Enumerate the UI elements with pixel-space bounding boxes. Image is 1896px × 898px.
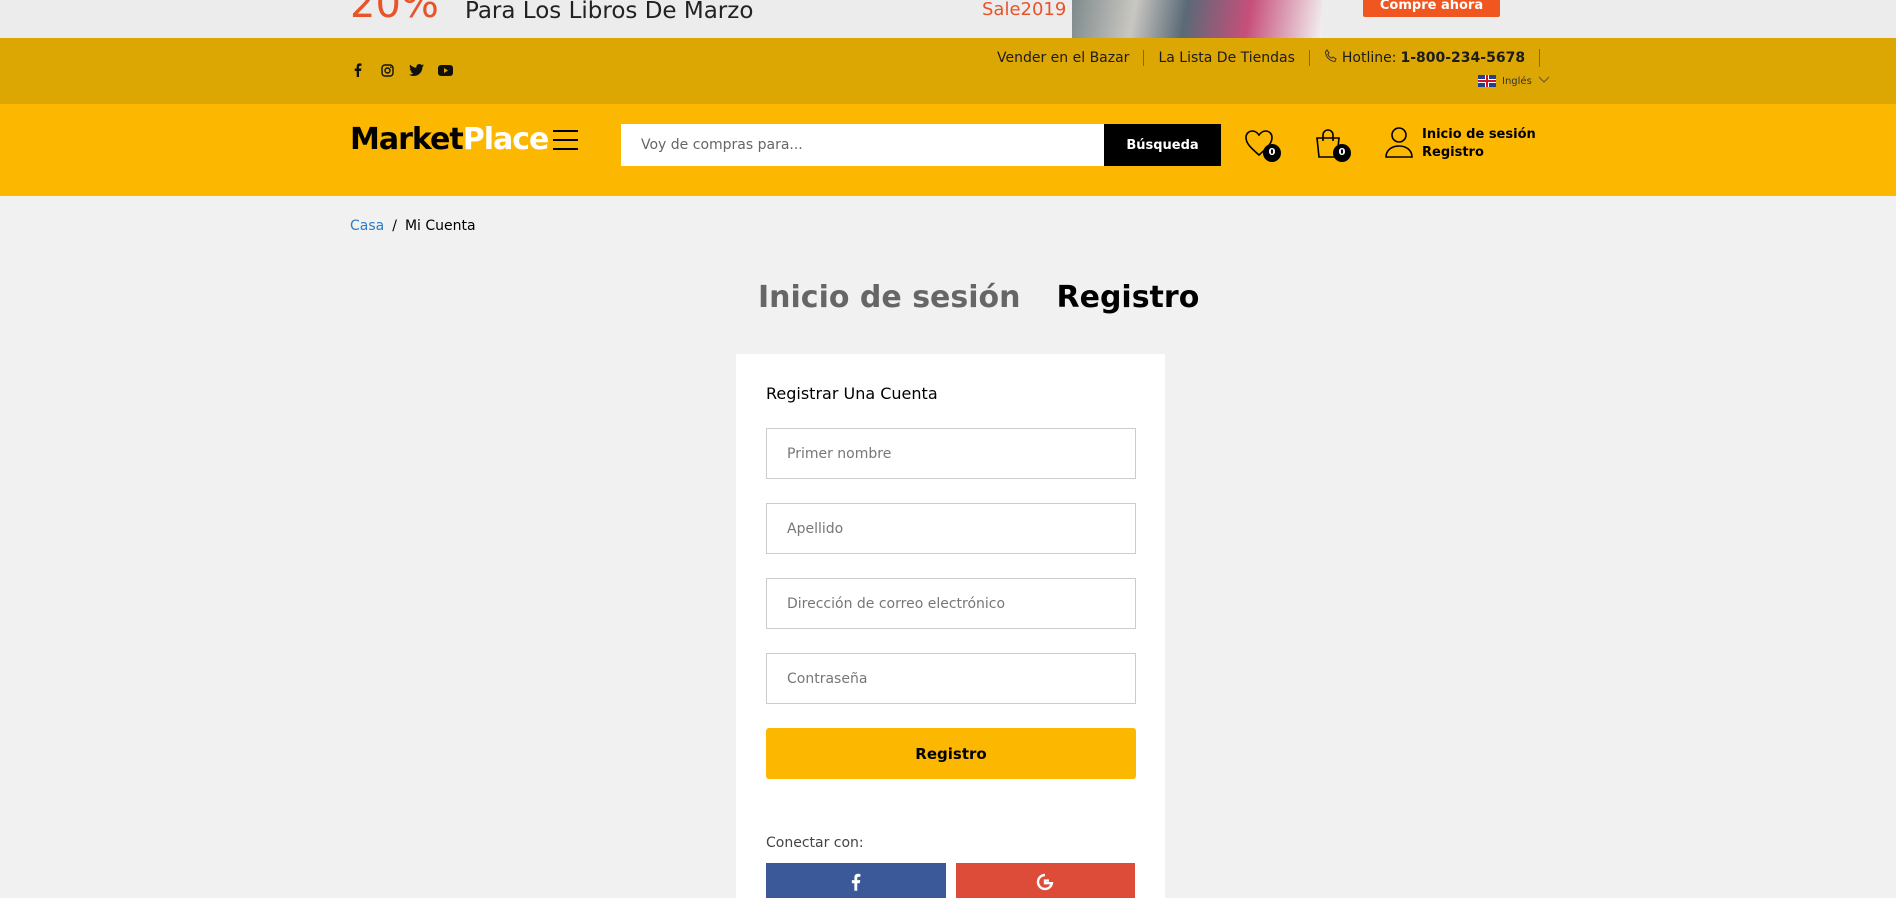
main-header: MarketPlace Búsqueda 0 0 Inicio de sesió… — [0, 104, 1896, 196]
password-field[interactable] — [766, 653, 1136, 704]
chevron-down-icon — [1538, 76, 1550, 87]
google-icon — [1036, 873, 1054, 895]
account-area: Inicio de sesión Registro — [1384, 126, 1536, 162]
connect-with-label: Conectar con: — [766, 835, 864, 851]
login-link[interactable]: Inicio de sesión — [1422, 126, 1536, 144]
wishlist-count-badge: 0 — [1263, 144, 1281, 162]
instagram-icon[interactable] — [379, 62, 395, 78]
register-link[interactable]: Registro — [1422, 144, 1536, 162]
email-field[interactable] — [766, 578, 1136, 629]
search-form: Búsqueda — [621, 124, 1221, 166]
cart-button[interactable]: 0 — [1313, 128, 1351, 164]
top-bar: Vender en el Bazar La Lista De Tiendas H… — [0, 38, 1896, 104]
language-label: Inglés — [1502, 75, 1532, 87]
uk-flag-icon — [1478, 75, 1496, 87]
promo-title: Para Los Libros De Marzo — [465, 0, 754, 24]
promo-percent: 20% — [350, 0, 439, 27]
register-submit-button[interactable]: Registro — [766, 728, 1136, 779]
wishlist-button[interactable]: 0 — [1243, 128, 1281, 164]
promo-banner: 20% Para Los Libros De Marzo Sale2019 Co… — [0, 0, 1896, 38]
top-links: Vender en el Bazar La Lista De Tiendas H… — [984, 49, 1541, 67]
menu-icon[interactable] — [553, 130, 578, 150]
facebook-icon[interactable] — [350, 62, 366, 78]
tab-login[interactable]: Inicio de sesión — [758, 279, 1021, 317]
promo-cta-button[interactable]: Compre ahora — [1363, 0, 1500, 17]
search-button[interactable]: Búsqueda — [1104, 124, 1221, 166]
social-login-buttons — [766, 863, 1135, 898]
twitter-icon[interactable] — [408, 62, 424, 78]
hotline: Hotline: 1-800-234-5678 — [1310, 49, 1541, 67]
register-heading: Registrar Una Cuenta — [766, 384, 938, 403]
marketplace-logo[interactable]: MarketPlace — [350, 120, 549, 160]
last-name-field[interactable] — [766, 503, 1136, 554]
breadcrumb-current: Mi Cuenta — [404, 218, 476, 234]
first-name-field[interactable] — [766, 428, 1136, 479]
search-input[interactable] — [621, 124, 1104, 166]
facebook-icon — [851, 873, 861, 895]
breadcrumb: Casa / Mi Cuenta — [350, 218, 476, 234]
cart-count-badge: 0 — [1333, 144, 1351, 162]
language-selector[interactable]: Inglés — [1478, 75, 1550, 87]
hotline-label: Hotline: — [1341, 50, 1397, 66]
user-icon — [1384, 126, 1414, 162]
account-tabs: Inicio de sesión Registro — [758, 279, 1199, 317]
social-links — [350, 62, 453, 78]
store-list-link[interactable]: La Lista De Tiendas — [1144, 50, 1310, 66]
facebook-login-button[interactable] — [766, 863, 946, 898]
google-login-button[interactable] — [955, 863, 1135, 898]
phone-icon — [1324, 49, 1338, 67]
youtube-icon[interactable] — [437, 62, 453, 78]
promo-sale-code: Sale2019 — [982, 0, 1067, 20]
hotline-number: 1-800-234-5678 — [1400, 50, 1526, 66]
breadcrumb-home-link[interactable]: Casa — [350, 218, 384, 234]
sell-on-bazaar-link[interactable]: Vender en el Bazar — [984, 50, 1145, 66]
register-card: Registrar Una Cuenta Registro Conectar c… — [736, 354, 1165, 898]
promo-image — [1072, 0, 1322, 38]
tab-register[interactable]: Registro — [1057, 279, 1200, 317]
breadcrumb-separator: / — [392, 218, 397, 234]
